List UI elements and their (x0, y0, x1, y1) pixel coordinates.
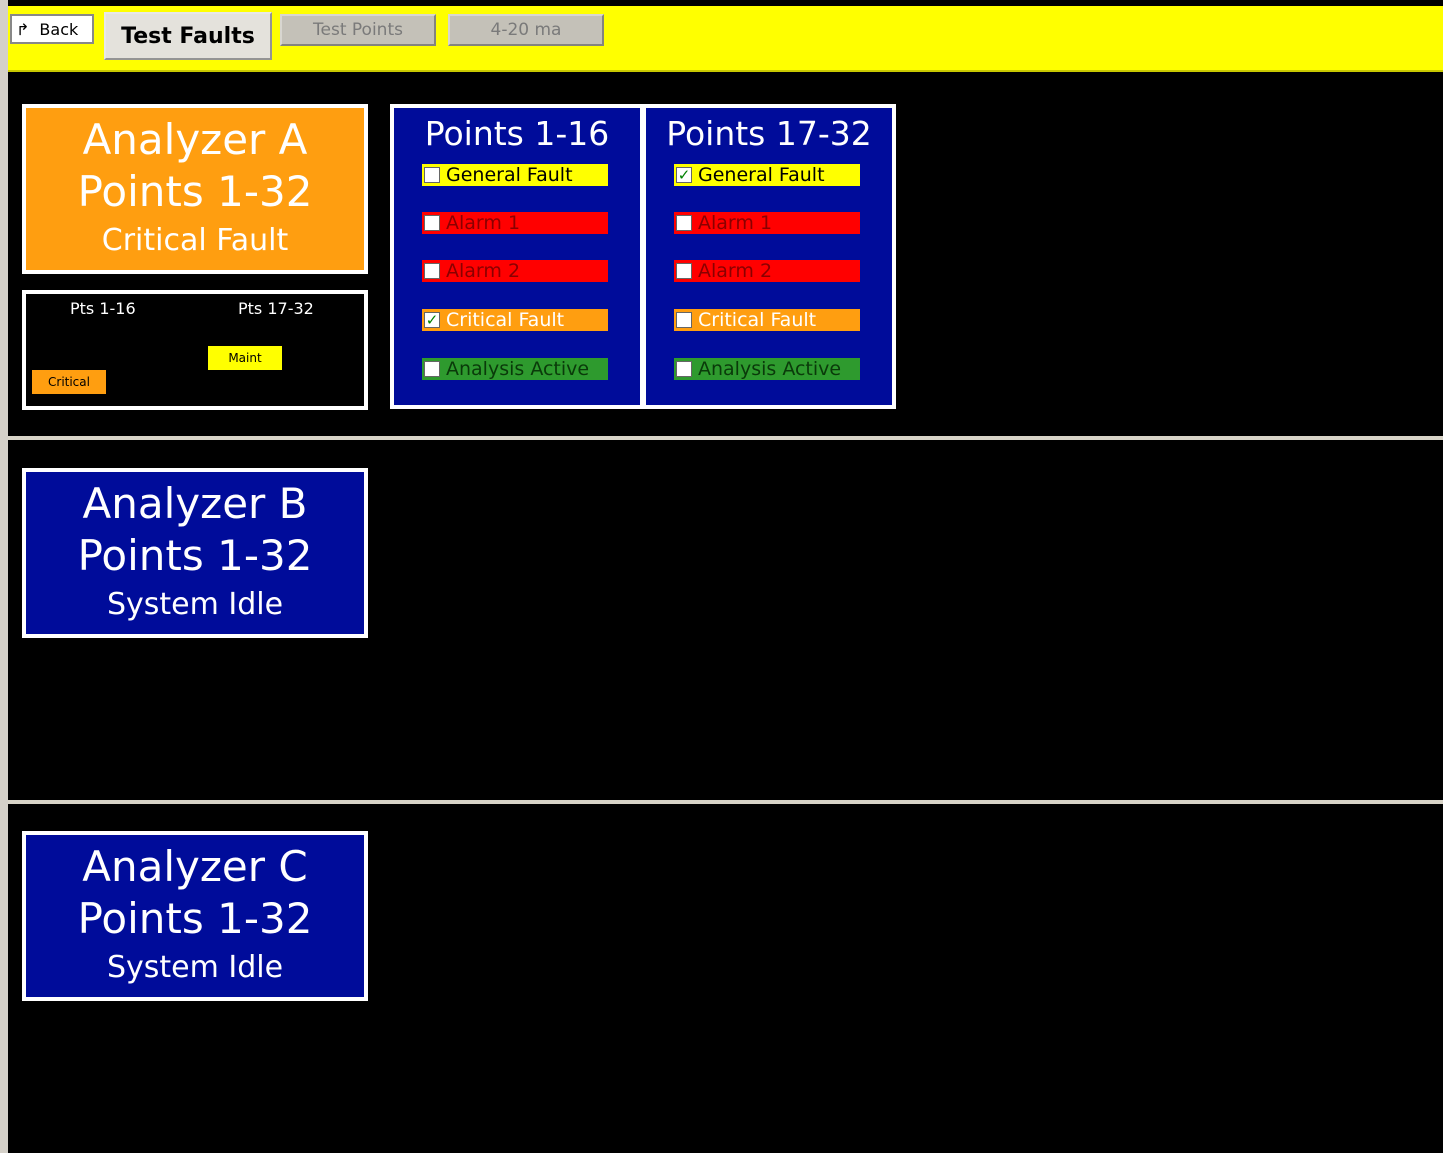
analyzer-a-points: Points 1-32 (77, 167, 313, 216)
back-label: Back (39, 19, 79, 39)
p2-critical-fault-label: Critical Fault (698, 309, 817, 331)
tab-test-faults[interactable]: Test Faults (104, 12, 272, 60)
p1-general-fault-label: General Fault (446, 164, 573, 186)
p1-alarm-1-toggle[interactable]: Alarm 1 (422, 212, 608, 234)
tab-test-points[interactable]: Test Points (280, 14, 436, 46)
analyzer-a-status: Critical Fault (101, 223, 289, 258)
p2-analysis-active-label: Analysis Active (698, 358, 842, 380)
left-edge (0, 0, 8, 1153)
p2-alarm-1-toggle[interactable]: Alarm 1 (674, 212, 860, 234)
p1-alarm-2-checkbox[interactable] (424, 263, 440, 279)
p2-alarm-1-label: Alarm 1 (698, 212, 773, 234)
tab-test-points-label: Test Points (313, 20, 403, 40)
p2-alarm-2-checkbox[interactable] (676, 263, 692, 279)
p2-alarm-1-checkbox[interactable] (676, 215, 692, 231)
points-17-32-title: Points 17-32 (666, 114, 872, 153)
p2-general-fault-toggle[interactable]: ✓ General Fault (674, 164, 860, 186)
tab-test-faults-label: Test Faults (121, 23, 255, 49)
p2-general-fault-checkbox[interactable]: ✓ (676, 167, 692, 183)
return-arrow-icon: ↱ (16, 19, 30, 39)
p1-alarm-2-label: Alarm 2 (446, 260, 521, 282)
p1-critical-fault-label: Critical Fault (446, 309, 565, 331)
analyzer-c-points: Points 1-32 (77, 894, 313, 943)
analyzer-b-title: Analyzer B (82, 479, 308, 528)
p2-critical-fault-toggle[interactable]: Critical Fault (674, 309, 860, 331)
maint-tag: Maint (208, 346, 282, 370)
tab-4-20-ma-label: 4-20 ma (490, 20, 562, 40)
points-17-32-column: Points 17-32 ✓ General Fault Alarm 1 Ala… (646, 108, 892, 405)
p1-alarm-1-checkbox[interactable] (424, 215, 440, 231)
points-panel: Points 1-16 General Fault Alarm 1 Alarm … (390, 104, 896, 409)
p1-analysis-active-label: Analysis Active (446, 358, 590, 380)
back-button[interactable]: ↱ Back (10, 14, 94, 44)
section-divider (8, 800, 1443, 804)
p1-analysis-active-toggle[interactable]: Analysis Active (422, 358, 608, 380)
p1-general-fault-toggle[interactable]: General Fault (422, 164, 608, 186)
analyzer-a-button[interactable]: Analyzer A Points 1-32 Critical Fault (22, 104, 368, 274)
tab-4-20-ma[interactable]: 4-20 ma (448, 14, 604, 46)
p2-alarm-2-label: Alarm 2 (698, 260, 773, 282)
critical-tag: Critical (32, 370, 106, 394)
p2-analysis-active-checkbox[interactable] (676, 361, 692, 377)
p1-analysis-active-checkbox[interactable] (424, 361, 440, 377)
points-1-16-title: Points 1-16 (424, 114, 610, 153)
points-1-16-column: Points 1-16 General Fault Alarm 1 Alarm … (394, 108, 640, 405)
p2-analysis-active-toggle[interactable]: Analysis Active (674, 358, 860, 380)
analyzer-b-points: Points 1-32 (77, 531, 313, 580)
analyzer-c-button[interactable]: Analyzer C Points 1-32 System Idle (22, 831, 368, 1001)
p2-critical-fault-checkbox[interactable] (676, 312, 692, 328)
pts-1-16-label: Pts 1-16 (70, 299, 136, 318)
toolbar: ↱ Back Test Faults Test Points 4-20 ma (8, 6, 1443, 72)
p1-alarm-1-label: Alarm 1 (446, 212, 521, 234)
p1-critical-fault-checkbox[interactable]: ✓ (424, 312, 440, 328)
p2-general-fault-label: General Fault (698, 164, 825, 186)
p1-general-fault-checkbox[interactable] (424, 167, 440, 183)
section-divider (8, 436, 1443, 440)
pts-17-32-label: Pts 17-32 (238, 299, 314, 318)
analyzer-c-status: System Idle (106, 950, 284, 985)
p1-alarm-2-toggle[interactable]: Alarm 2 (422, 260, 608, 282)
points-summary: Pts 1-16 Pts 17-32 Maint Critical (22, 290, 368, 410)
analyzer-a-title: Analyzer A (82, 115, 308, 164)
analyzer-c-title: Analyzer C (82, 842, 308, 891)
analyzer-b-status: System Idle (106, 587, 284, 622)
p1-critical-fault-toggle[interactable]: ✓ Critical Fault (422, 309, 608, 331)
p2-alarm-2-toggle[interactable]: Alarm 2 (674, 260, 860, 282)
analyzer-b-button[interactable]: Analyzer B Points 1-32 System Idle (22, 468, 368, 638)
